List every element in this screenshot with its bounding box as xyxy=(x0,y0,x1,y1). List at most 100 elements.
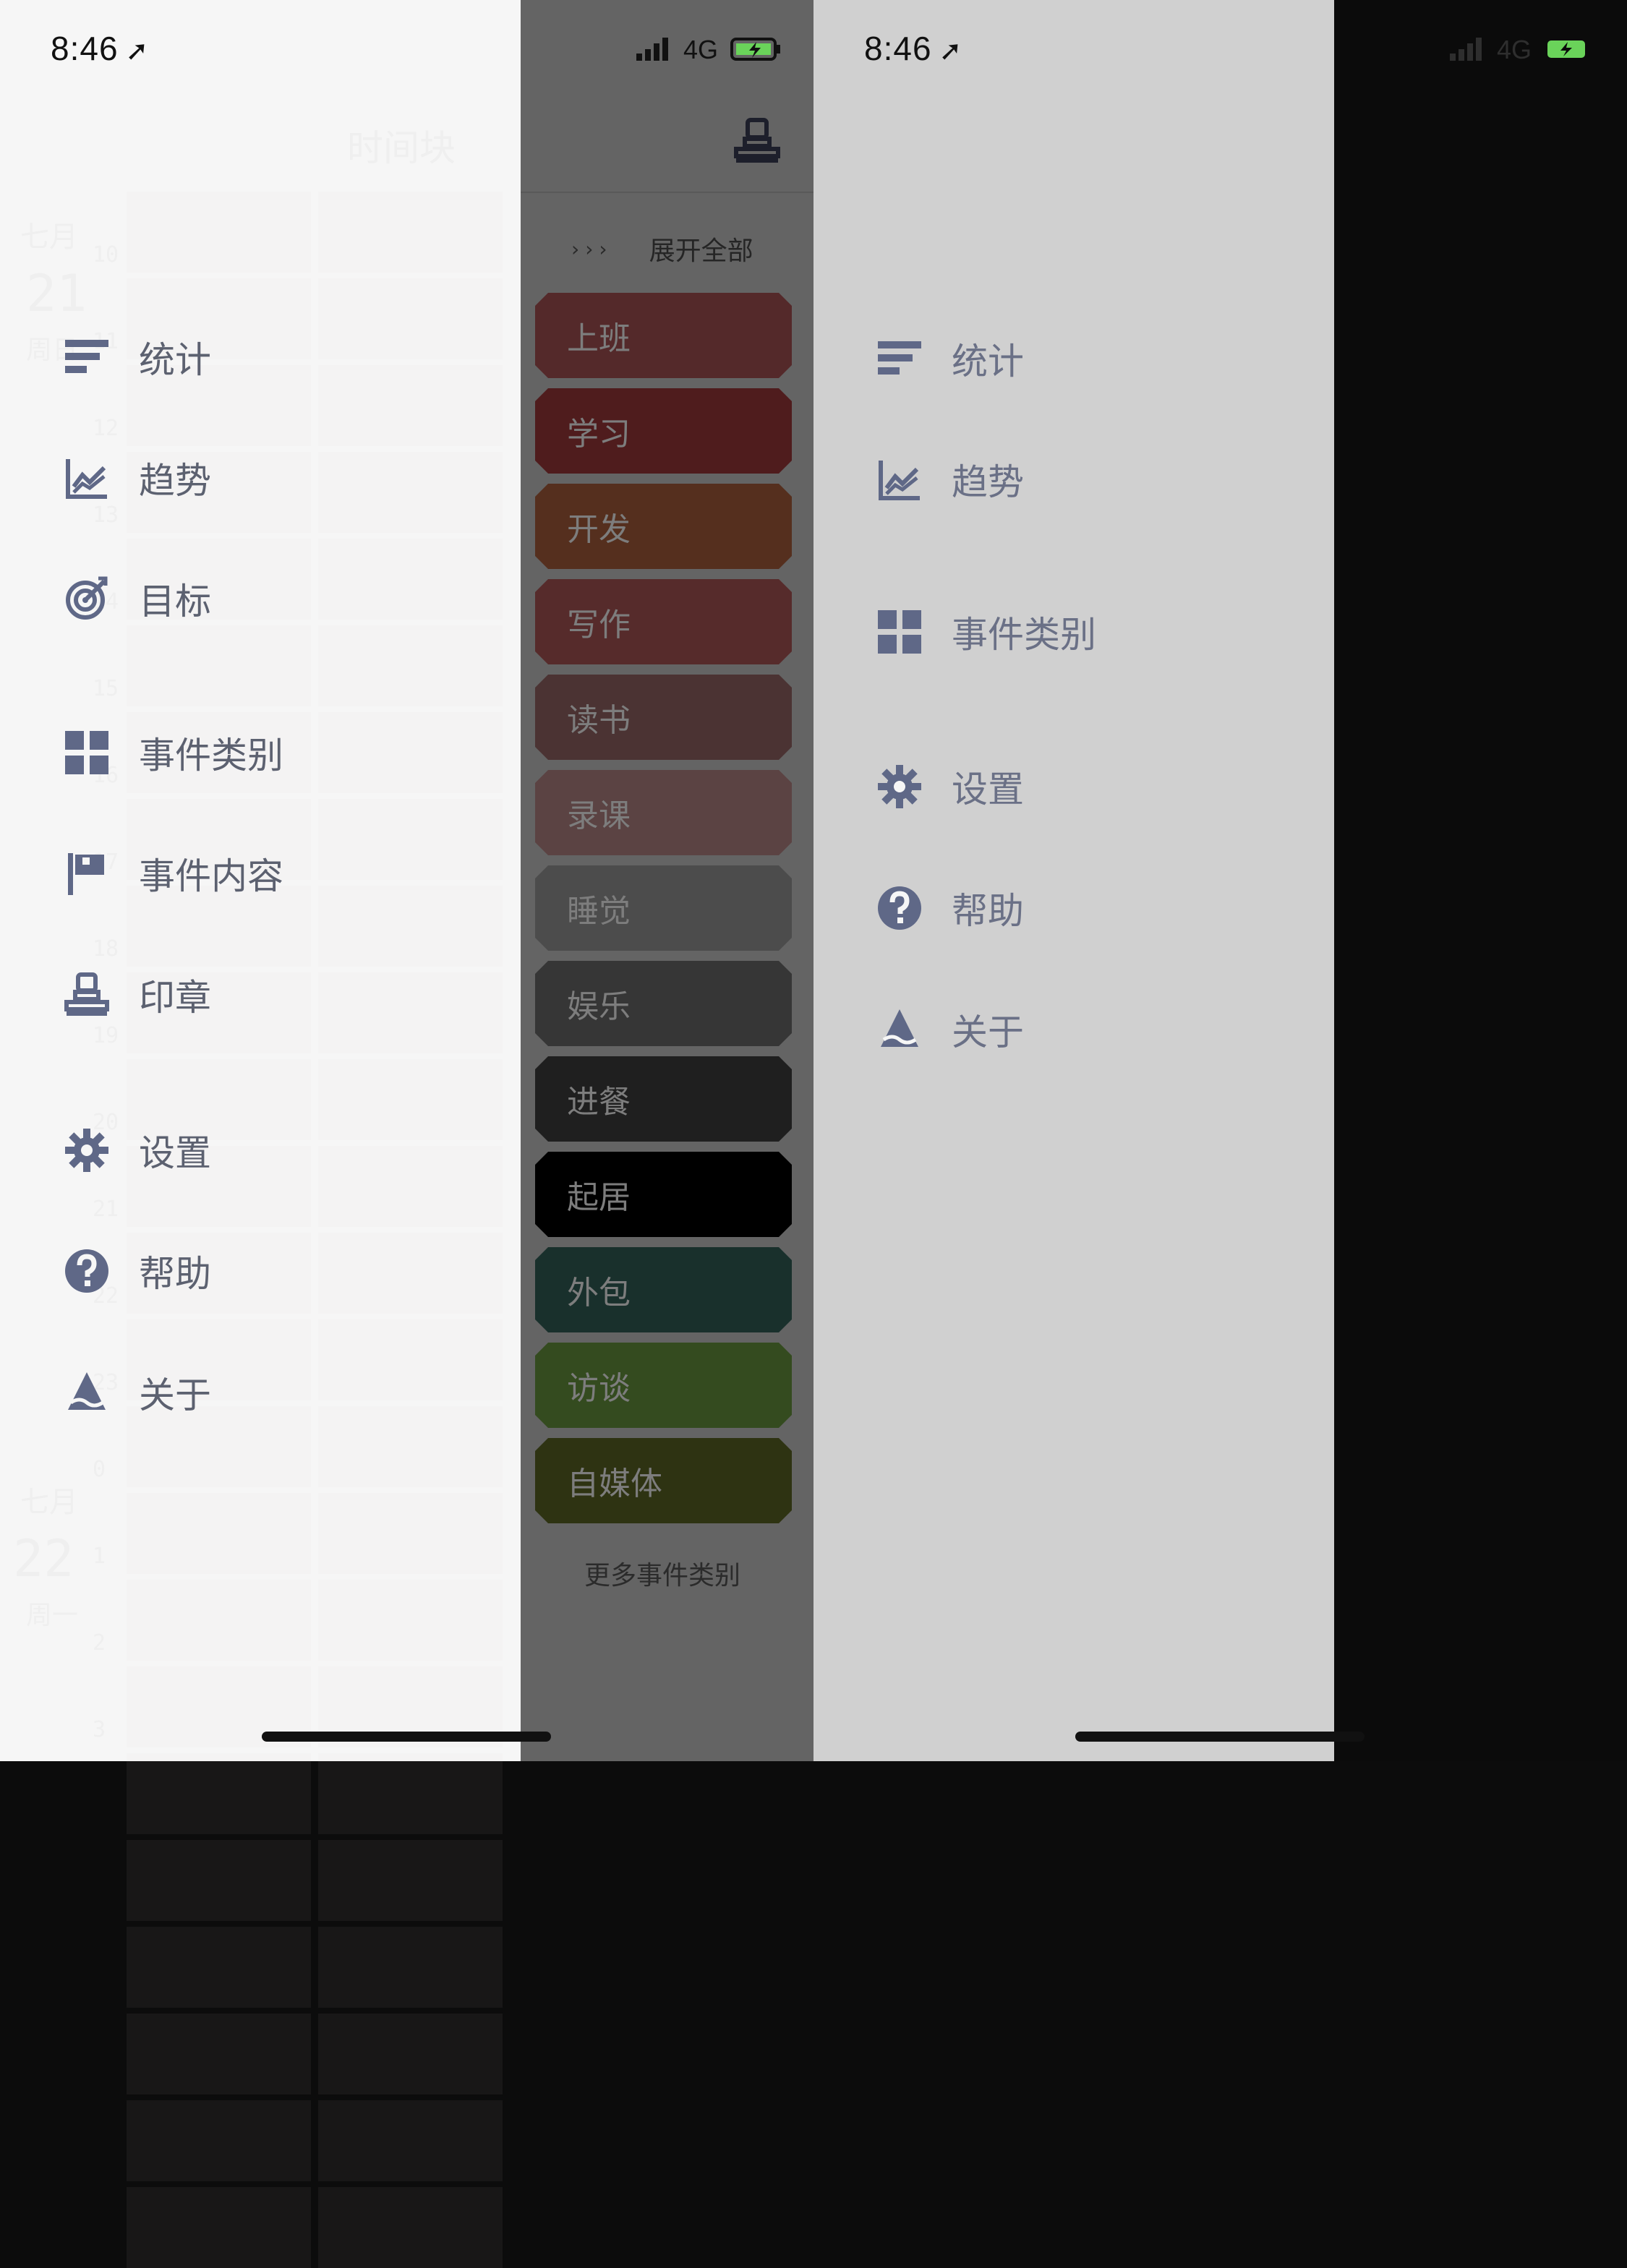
menu-item-help[interactable]: 帮助 xyxy=(64,1245,211,1297)
calendar-cell xyxy=(318,192,503,273)
category-button[interactable]: 外包 xyxy=(535,1247,792,1332)
calendar-cell xyxy=(127,192,311,273)
menu-item-label: 统计 xyxy=(139,339,211,381)
category-button[interactable]: 读书 xyxy=(535,675,792,760)
expand-all-button[interactable]: ››› 展开全部 xyxy=(571,230,753,268)
menu-item-flag[interactable]: 事件内容 xyxy=(64,847,283,899)
flag-icon xyxy=(64,850,110,896)
menu-item-stats[interactable]: 统计 xyxy=(64,331,211,383)
calendar-hour-label: 18 xyxy=(93,936,119,962)
menu-item-label: 关于 xyxy=(139,1374,211,1416)
menu-item-grid[interactable]: 事件类别 xyxy=(876,606,1096,658)
category-button[interactable]: 自媒体 xyxy=(535,1438,792,1523)
calendar-title: 时间块 xyxy=(347,127,456,169)
calendar-cell xyxy=(318,2100,503,2181)
menu-item-gear[interactable]: 设置 xyxy=(64,1124,211,1176)
status-time-text: 8:46 xyxy=(51,30,119,67)
calendar-hour-label: 15 xyxy=(93,676,119,701)
calendar-cell xyxy=(318,886,503,967)
calendar-cell xyxy=(318,1319,503,1400)
menu-item-label: 趋势 xyxy=(139,460,211,502)
calendar-hour-label: 1 xyxy=(93,1544,106,1569)
calendar-cell xyxy=(127,2014,311,2094)
location-arrow-icon: ➚ xyxy=(125,36,150,67)
category-button[interactable]: 访谈 xyxy=(535,1343,792,1428)
category-button[interactable]: 上班 xyxy=(535,293,792,378)
menu-item-about[interactable]: 关于 xyxy=(876,1004,1024,1056)
category-label: 读书 xyxy=(567,702,631,739)
category-label: 写作 xyxy=(567,607,631,643)
category-button[interactable]: 睡觉 xyxy=(535,865,792,951)
calendar-hour-label: 12 xyxy=(93,416,119,441)
menu-item-stamp[interactable]: 印章 xyxy=(64,969,211,1021)
calendar-cell xyxy=(127,1753,311,1834)
battery-icon xyxy=(1546,38,1589,64)
menu-item-grid[interactable]: 事件类别 xyxy=(64,727,283,779)
right-drawer-background xyxy=(814,0,1334,1761)
category-button[interactable]: 写作 xyxy=(535,579,792,664)
menu-item-target[interactable]: 目标 xyxy=(64,573,211,625)
calendar-cell xyxy=(127,2100,311,2181)
battery-icon xyxy=(730,36,782,65)
category-button[interactable]: 录课 xyxy=(535,770,792,855)
network-label: 4G xyxy=(683,35,719,64)
menu-item-gear[interactable]: 设置 xyxy=(876,761,1024,813)
calendar-cell xyxy=(318,2187,503,2268)
category-button[interactable]: 起居 xyxy=(535,1152,792,1237)
category-button[interactable]: 开发 xyxy=(535,484,792,569)
calendar-cell xyxy=(318,1406,503,1487)
grid-icon xyxy=(876,609,923,655)
stamp-icon xyxy=(64,972,110,1018)
calendar-day: 21 xyxy=(26,264,87,323)
calendar-cell xyxy=(127,625,311,706)
category-button[interactable]: 进餐 xyxy=(535,1056,792,1142)
calendar-month: 七月 xyxy=(20,221,78,254)
category-label: 进餐 xyxy=(567,1084,631,1121)
trend-icon xyxy=(876,456,923,502)
menu-item-help[interactable]: 帮助 xyxy=(876,882,1024,934)
menu-item-label: 关于 xyxy=(952,1011,1024,1053)
stats-icon xyxy=(64,334,110,380)
dimmed-content-overlay[interactable] xyxy=(1334,0,1627,1761)
signal-icon xyxy=(1450,36,1487,65)
calendar-cell xyxy=(318,1753,503,1834)
menu-item-label: 事件类别 xyxy=(139,735,283,776)
more-categories-link[interactable]: 更多事件类别 xyxy=(584,1554,740,1592)
calendar-cell xyxy=(318,799,503,880)
menu-item-label: 印章 xyxy=(139,977,211,1019)
calendar-cell xyxy=(318,1493,503,1574)
chevrons-icon: ››› xyxy=(571,236,613,261)
category-button[interactable]: 娱乐 xyxy=(535,961,792,1046)
menu-item-stats[interactable]: 统计 xyxy=(876,333,1024,385)
calendar-cell xyxy=(127,2187,311,2268)
calendar-cell xyxy=(127,1840,311,1921)
stamp-icon[interactable] xyxy=(732,116,782,169)
status-time: 8:46 ➚ xyxy=(864,29,962,68)
calendar-cell xyxy=(318,278,503,359)
network-label: 4G xyxy=(1497,35,1532,64)
calendar-day: 22 xyxy=(13,1529,74,1588)
calendar-hour-label: 10 xyxy=(93,242,119,268)
calendar-hour-label: 21 xyxy=(93,1197,119,1222)
category-label: 访谈 xyxy=(567,1370,631,1407)
category-label: 学习 xyxy=(567,416,631,453)
category-label: 娱乐 xyxy=(567,988,631,1025)
category-button[interactable]: 学习 xyxy=(535,388,792,474)
menu-item-trend[interactable]: 趋势 xyxy=(64,452,211,504)
menu-item-label: 统计 xyxy=(952,341,1024,382)
menu-item-label: 事件内容 xyxy=(139,855,283,897)
category-label: 录课 xyxy=(567,797,631,834)
menu-item-trend[interactable]: 趋势 xyxy=(876,453,1024,505)
category-label: 睡觉 xyxy=(567,893,631,930)
menu-item-label: 目标 xyxy=(139,581,211,622)
calendar-cell xyxy=(318,1233,503,1314)
category-label: 开发 xyxy=(567,511,631,548)
menu-item-about[interactable]: 关于 xyxy=(64,1366,211,1418)
help-icon xyxy=(64,1248,110,1294)
calendar-month: 七月 xyxy=(20,1486,78,1519)
calendar-hour-label: 2 xyxy=(93,1630,106,1656)
calendar-cell xyxy=(318,452,503,533)
menu-item-label: 设置 xyxy=(952,769,1024,810)
gear-icon xyxy=(876,763,923,810)
calendar-cell xyxy=(318,1580,503,1661)
